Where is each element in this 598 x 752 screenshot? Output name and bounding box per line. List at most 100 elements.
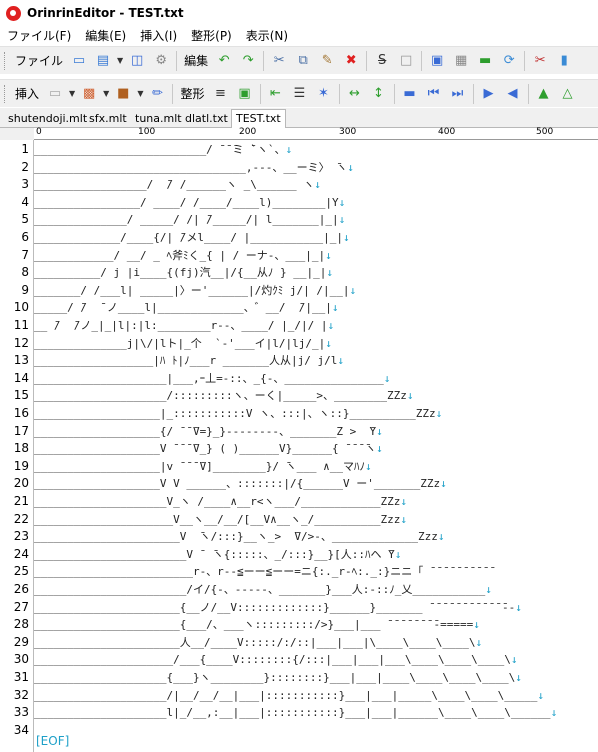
menu-file[interactable]: ファイル(F): [0, 26, 78, 46]
text-line[interactable]: ___________________|_:::::::::::V ヽ、:::|…: [34, 405, 442, 423]
open-file-icon[interactable]: ▤: [93, 51, 113, 71]
text-line[interactable]: ____________________l|_/__,:__|___|:::::…: [34, 704, 557, 722]
tab-dlatl[interactable]: dlatl.txt: [181, 110, 232, 128]
mountain-icon[interactable]: ▲: [534, 84, 554, 104]
text-line[interactable]: __________________|ﾊ ﾄ|ﾉ___r _______人从|j…: [34, 352, 344, 370]
chevron-down-icon[interactable]: ▼: [103, 89, 109, 98]
text-line[interactable]: _____________________/___{____V::::::::{…: [34, 651, 517, 669]
tab-test[interactable]: TEST.txt: [231, 109, 286, 129]
line-end-arrow-icon: ↓: [349, 283, 357, 297]
menu-format[interactable]: 整形(P): [184, 26, 239, 46]
blank-page-icon[interactable]: ▭: [45, 84, 65, 104]
text-line[interactable]: _______________________V ̄ ̄ヽ{:::::、_/::…: [34, 546, 401, 564]
line-number: 20: [13, 476, 29, 491]
delete-icon[interactable]: ✖: [341, 51, 361, 71]
text-line[interactable]: _____________________V__ヽ__/__/[__V∧__ヽ_…: [34, 511, 407, 529]
text-line[interactable]: __________/ j |i____{(fj)汽__|/{__从ﾉ } __…: [34, 264, 333, 282]
frame-icon[interactable]: ▣: [427, 51, 447, 71]
text-line[interactable]: ____________________{___}ヽ________}:::::…: [34, 669, 522, 687]
line-number: 30: [13, 652, 29, 667]
panel-icon[interactable]: ▮: [554, 51, 574, 71]
tab-shutendoji[interactable]: shutendoji.mlt: [4, 110, 91, 128]
line-end-arrow-icon: ↓: [440, 477, 447, 491]
text-line[interactable]: ____________________|___,ｰ丄=-::、_{-、____…: [34, 370, 390, 388]
chevron-down-icon[interactable]: ▼: [137, 89, 143, 98]
text-line[interactable]: ______________j|\/|lト|_个 `-'___イ|l/|lj/_…: [34, 335, 332, 353]
copy-icon[interactable]: ⧉: [293, 51, 313, 71]
line-end-arrow-icon: ↓: [435, 407, 443, 420]
line-number: 18: [13, 441, 29, 456]
text-line[interactable]: _______________________/イ/{-、-----、_____…: [34, 581, 492, 599]
text-line[interactable]: __________________________/ ̄ ̄ ̄ミ ̄`ヽ`、…: [34, 141, 292, 159]
text-line[interactable]: ___________________|v ̄ ̄ ̄ ̄V]________}…: [34, 458, 372, 476]
text-line[interactable]: ______________________{___/、___ヽ::::::::…: [34, 616, 480, 634]
bar-icon[interactable]: ▬: [400, 84, 420, 104]
align-left-icon[interactable]: ≡: [211, 84, 231, 104]
line-number: 8: [21, 265, 29, 280]
cube-icon[interactable]: ▦: [451, 51, 471, 71]
tab-tuna[interactable]: tuna.mlt: [131, 110, 186, 128]
line-number: 32: [13, 687, 29, 702]
next-circle-icon[interactable]: ⏭: [448, 84, 468, 104]
justify-icon[interactable]: ☰: [290, 84, 310, 104]
menu-insert[interactable]: 挿入(I): [133, 26, 184, 46]
align-box-icon[interactable]: ▣: [235, 84, 255, 104]
vertical-arrows-icon[interactable]: ↕: [369, 84, 389, 104]
mountain-alt-icon[interactable]: △: [558, 84, 578, 104]
text-line[interactable]: __ ̄/ ̄/ノ_|_|l|:|l:________r--、____/ |_/…: [34, 317, 334, 335]
line-end-arrow-icon: ↓: [337, 354, 345, 368]
chevron-down-icon[interactable]: ▼: [117, 56, 123, 65]
page-icon[interactable]: □: [396, 51, 416, 71]
toolbar-main: ファイル ▭ ▤ ▼ ◫ ⚙ 編集 ↶ ↷ ✂ ⧉ ✎ ✖ S □ ▣ ▦ ▬ …: [0, 46, 598, 74]
toolbar-grip[interactable]: [4, 51, 8, 70]
horizontal-arrows-icon[interactable]: ↔: [345, 84, 365, 104]
play-right-icon[interactable]: ▶: [479, 84, 499, 104]
indent-left-icon[interactable]: ⇤: [266, 84, 286, 104]
brush-icon[interactable]: ✏: [147, 84, 167, 104]
cut-icon[interactable]: ✂: [269, 51, 289, 71]
color-grid-icon[interactable]: ▩: [79, 84, 99, 104]
app-logo-icon: [6, 5, 21, 21]
scissors-icon[interactable]: ✂: [530, 51, 550, 71]
tab-sfx[interactable]: sfx.mlt: [85, 110, 131, 128]
text-line[interactable]: ____________________/:::::::::ヽ、ーく|_____…: [34, 387, 414, 405]
text-line[interactable]: _____________/____{/| ̄/メl____/ |_______…: [34, 229, 350, 247]
undo-icon[interactable]: ↶: [214, 51, 234, 71]
redo-icon[interactable]: ↷: [238, 51, 258, 71]
new-file-icon[interactable]: ▭: [69, 51, 89, 71]
text-line[interactable]: ___________________V V ______、:::::::|/{…: [34, 475, 447, 493]
menu-edit[interactable]: 編集(E): [78, 26, 133, 46]
text-line[interactable]: ___________________{/ ̄ ̄ ̄V=}_}--------…: [34, 423, 383, 441]
text-line[interactable]: ______________________人__/____V:::::/:/:…: [34, 634, 482, 652]
text-line[interactable]: ________________/ ____/ /____/____l)____…: [34, 194, 345, 212]
box-icon[interactable]: ■: [113, 84, 133, 104]
line-number: 26: [13, 582, 29, 596]
menu-view[interactable]: 表示(N): [239, 26, 295, 46]
text-editor-area[interactable]: [EOF] __________________________/ ̄ ̄ ̄ミ…: [34, 140, 598, 752]
refresh-icon[interactable]: ⟳: [499, 51, 519, 71]
text-line[interactable]: _______/ /___l| _____|〉ー'______|/灼ｸﾐ j/|…: [34, 282, 356, 300]
text-line[interactable]: ______________________V ̄ヽ/:::}__ヽ_> ̄V/…: [34, 528, 445, 546]
text-line[interactable]: _________________/ ̄/ /______ヽ _\______ …: [34, 176, 321, 194]
magic-icon[interactable]: ✶: [314, 84, 334, 104]
strikethrough-icon[interactable]: S: [372, 51, 392, 71]
toolbar-grip[interactable]: [4, 84, 8, 103]
text-line[interactable]: ________________________r-、r--≦ーー≦ーー=ニ{:…: [34, 563, 490, 581]
line-end-arrow-icon: ↓: [473, 618, 480, 632]
text-line[interactable]: ______________________{__ノ/__V::::::::::…: [34, 599, 522, 617]
text-line[interactable]: ______________/ _____/ /| ̄/_____/| l___…: [34, 211, 345, 229]
layer-icon[interactable]: ▬: [475, 51, 495, 71]
text-line[interactable]: ___________________V ̄ ̄ ̄ ̄V_} ( )_____…: [34, 440, 383, 458]
chevron-down-icon[interactable]: ▼: [69, 89, 75, 98]
text-line[interactable]: ____________/ __/ _ ﾍ斧ﾐく_{ | / ーナ-、___|_…: [34, 247, 332, 265]
prev-circle-icon[interactable]: ⏮: [424, 84, 444, 104]
save-icon[interactable]: ◫: [127, 51, 147, 71]
text-line[interactable]: _____/ ̄/ ̄ ノ____l|_____________、゛__/ ̄/…: [34, 299, 339, 317]
settings-icon[interactable]: ⚙: [151, 51, 171, 71]
play-left-icon[interactable]: ◀: [503, 84, 523, 104]
paste-icon[interactable]: ✎: [317, 51, 337, 71]
text-line[interactable]: ________________________________,-‐-、__ー…: [34, 159, 354, 177]
text-line[interactable]: ____________________/|__/__/__|___|:::::…: [34, 687, 544, 705]
line-number: 24: [13, 546, 29, 561]
text-line[interactable]: ____________________V_ヽ /____∧__r<ヽ___/_…: [34, 493, 407, 511]
